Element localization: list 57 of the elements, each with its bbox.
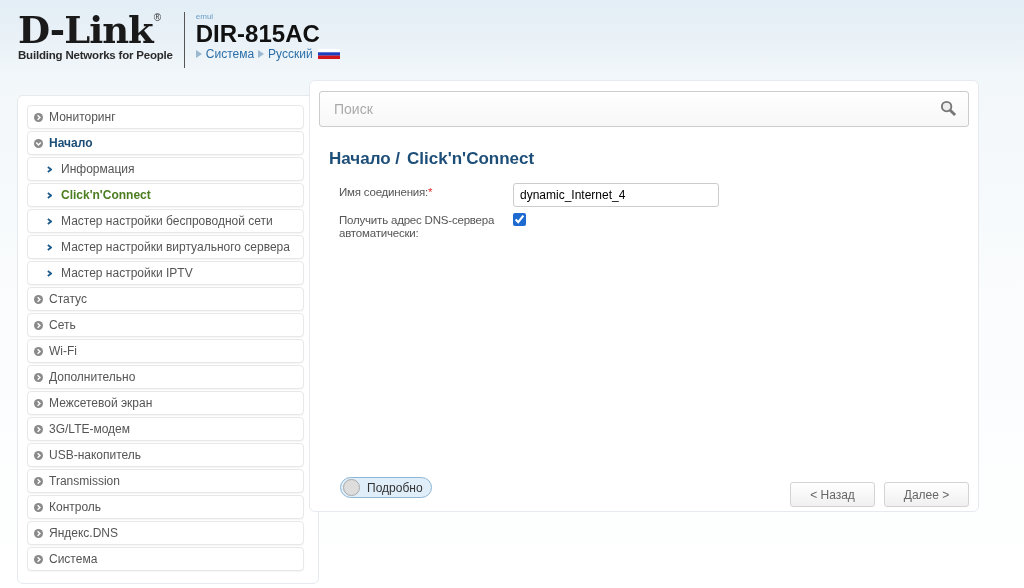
checkbox[interactable] <box>513 213 526 226</box>
menu-item[interactable]: Система <box>27 547 304 571</box>
registered-mark: ® <box>153 12 162 23</box>
menu-item[interactable]: Статус <box>27 287 304 311</box>
search-icon <box>940 100 957 117</box>
expand-icon <box>34 320 43 330</box>
field-label: Имя соединения:* <box>339 185 434 199</box>
page-title: Click'n'Connect <box>407 149 535 169</box>
expand-icon <box>34 112 43 122</box>
expand-icon <box>34 138 43 148</box>
expand-icon <box>34 450 43 460</box>
expand-icon <box>34 372 43 382</box>
menu-item[interactable]: Яндекс.DNS <box>27 521 304 545</box>
chevron-icon <box>47 269 52 277</box>
submenu-item[interactable]: Мастер настройки беспроводной сети <box>27 209 304 233</box>
search-field[interactable]: Поиск <box>319 91 969 127</box>
menu-item[interactable]: Мониторинг <box>27 105 304 129</box>
expand-icon <box>34 346 43 356</box>
logo-tagline: Building Networks for People <box>18 49 173 61</box>
flag-icon[interactable] <box>317 49 340 59</box>
menu-item[interactable]: Дополнительно <box>27 365 304 389</box>
expand-icon <box>34 476 43 486</box>
submenu-item[interactable]: Мастер настройки IPTV <box>27 261 304 285</box>
triangle-icon <box>258 50 265 58</box>
details-toggle[interactable]: Подробно <box>340 477 432 498</box>
menu-item[interactable]: USB-накопитель <box>27 443 304 467</box>
chevron-icon <box>47 217 52 225</box>
header-link[interactable]: Система <box>205 47 255 61</box>
field-label: Получить адрес DNS-сервера автоматически: <box>339 213 496 240</box>
expand-icon <box>34 294 43 304</box>
expand-icon <box>34 398 43 408</box>
header-link[interactable]: Русский <box>268 47 313 61</box>
menu-item[interactable]: Контроль <box>27 495 304 519</box>
page-title: Начало / <box>329 149 401 169</box>
nav-button[interactable]: Далее > <box>884 482 969 507</box>
triangle-icon <box>195 50 202 58</box>
submenu-item[interactable]: Click'n'Connect <box>27 183 304 207</box>
model-name: DIR-815AC <box>195 21 321 47</box>
emul-label: emul <box>195 12 215 21</box>
menu-item[interactable]: 3G/LTE-модем <box>27 417 304 441</box>
expand-icon <box>34 502 43 512</box>
input-field[interactable]: dynamic_Internet_4 <box>513 183 719 207</box>
expand-icon <box>34 554 43 564</box>
chevron-icon <box>47 165 52 173</box>
submenu-item[interactable]: Мастер настройки виртуального сервера <box>27 235 304 259</box>
nav-button[interactable]: < Назад <box>790 482 875 507</box>
menu-item[interactable]: Межсетевой экран <box>27 391 304 415</box>
submenu-item[interactable]: Информация <box>27 157 304 181</box>
chevron-icon <box>47 191 52 199</box>
menu-item[interactable]: Transmission <box>27 469 304 493</box>
menu-item[interactable]: Сеть <box>27 313 304 337</box>
brand-logo: D-Link <box>18 12 153 48</box>
expand-icon <box>34 424 43 434</box>
expand-icon <box>34 528 43 538</box>
chevron-icon <box>47 243 52 251</box>
menu-item[interactable]: Wi-Fi <box>27 339 304 363</box>
menu-item[interactable]: Начало <box>27 131 304 155</box>
